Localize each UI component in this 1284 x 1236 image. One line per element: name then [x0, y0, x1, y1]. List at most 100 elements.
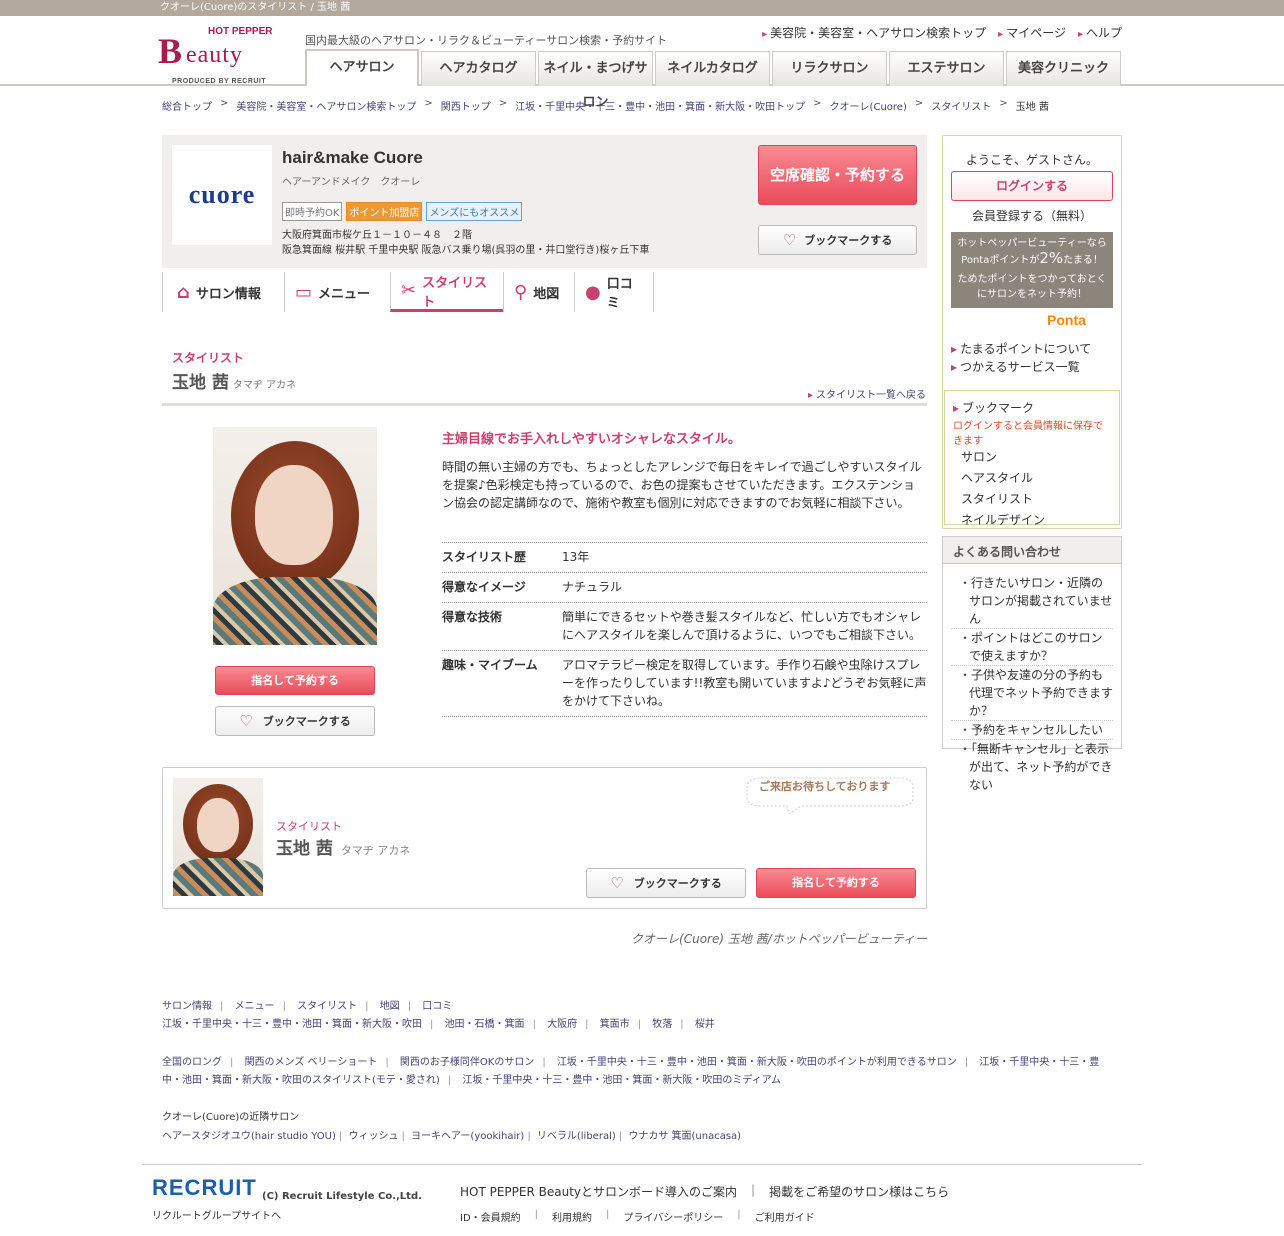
faq-item[interactable]: 行きたいサロン・近隣のサロンが掲載されていません	[951, 574, 1113, 628]
footer-link[interactable]: 江坂・千里中央・十三・豊中・池田・箕面・新大阪・吹田のミディアム	[462, 1075, 781, 1086]
tab-label: スタイリスト	[422, 275, 488, 310]
points-info-link[interactable]: たまるポイントについて	[951, 340, 1091, 358]
faq-item[interactable]: 子供や友達の分の予約も代理でネット予約できますか？	[951, 665, 1113, 720]
top-link-mypage[interactable]: マイページ	[998, 24, 1066, 41]
footer-sub-link[interactable]: ご利用ガイド	[755, 1209, 815, 1224]
heart-icon: ♡	[610, 874, 624, 892]
ponta-banner[interactable]: ホットペッパービューティーなら Pontaポイントが2%たまる！ ためたポイント…	[951, 232, 1113, 308]
card-bookmark-label: ブックマークする	[633, 877, 722, 890]
footer-link[interactable]: 池田・石橋・箕面	[445, 1019, 525, 1030]
tab-nail-catalog[interactable]: ネイルカタログ	[655, 51, 770, 86]
footer-link[interactable]: 江坂・千里中央・十三・豊中・池田・箕面・新大阪・吹田のポイントが利用できるサロン	[557, 1057, 957, 1068]
faq-item[interactable]: 「無断キャンセル」と表示が出て、ネット予約ができない	[951, 739, 1113, 794]
hotpepper-beauty-logo[interactable]: HOT PEPPER B eauty PRODUCED BY RECRUIT	[158, 24, 282, 96]
stylist-reserve-button[interactable]: 指名して予約する	[215, 666, 375, 695]
footer-link[interactable]: 関西のお子様同伴OKのサロン	[400, 1057, 534, 1068]
salon-logo: cuore	[172, 145, 272, 245]
footer-info-link[interactable]: HOT PEPPER Beautyとサロンボード導入のご案内	[460, 1183, 737, 1200]
bookmark-item-nail[interactable]: ネイルデザイン	[953, 510, 1111, 531]
stylist-bookmark-button[interactable]: ♡ ブックマークする	[215, 706, 375, 736]
footer-link[interactable]: 牧落	[652, 1019, 672, 1030]
tab-map[interactable]: ⚲ 地図	[503, 272, 574, 312]
top-link-help[interactable]: ヘルプ	[1078, 24, 1122, 41]
nearby-salons: ヘアースタジオユウ(hair studio YOU) | ウィッシュ | ヨーキヘア…	[162, 1131, 742, 1142]
table-row: 趣味・マイブーム アロマテラピー検定を取得しています。手作り石鹸や虫除けスプレーを…	[442, 651, 927, 717]
bookmark-note: ログインすると会員情報に保存できます	[953, 421, 1103, 447]
tab-hair-salon[interactable]: ヘアサロン	[305, 49, 419, 86]
nearby-salon-link[interactable]: リベラル(liberal)	[537, 1131, 616, 1142]
footer-link[interactable]: 地図	[380, 1001, 400, 1012]
breadcrumb-item[interactable]: スタイリスト	[931, 98, 991, 113]
breadcrumb-item[interactable]: 江坂・千里中央・十三・豊中・池田・箕面・新大阪・吹田トップ	[515, 98, 805, 113]
faq-item[interactable]: ポイントはどこのサロンで使えますか？	[951, 628, 1113, 665]
footer-link[interactable]: スタイリスト	[297, 1001, 357, 1012]
footer-link[interactable]: サロン情報	[162, 1001, 212, 1012]
bookmark-item-stylist[interactable]: スタイリスト	[953, 489, 1111, 510]
tab-reviews[interactable]: ● 口コミ	[574, 272, 654, 312]
breadcrumb-item[interactable]: クオーレ(Cuore)	[830, 98, 907, 113]
stylist-name: 玉地 茜	[172, 373, 229, 393]
footer-link[interactable]: 全国のロング	[162, 1057, 222, 1068]
footer-link[interactable]: 大阪府	[547, 1019, 577, 1030]
footer-sub-link[interactable]: ID・会員規約	[460, 1209, 521, 1224]
nearby-salon-link[interactable]: ヨーキヘアー(yookihair)	[411, 1131, 524, 1142]
footer-link[interactable]: メニュー	[235, 1001, 275, 1012]
tab-stylist[interactable]: ✂ スタイリスト	[390, 272, 503, 312]
tab-label: サロン情報	[195, 286, 261, 302]
footer-link[interactable]: 桜井	[695, 1019, 715, 1030]
footer-sub-link[interactable]: 利用規約	[552, 1209, 592, 1224]
tab-nail-eyelash[interactable]: ネイル・まつげサロン	[538, 51, 653, 110]
tab-relax-salon[interactable]: リラクサロン	[772, 51, 887, 86]
card-bookmark-button[interactable]: ♡ ブックマークする	[586, 868, 746, 898]
detail-key: スタイリスト歴	[442, 550, 527, 564]
top-link-search-top[interactable]: 美容院・美容室・ヘアサロン検索トップ	[762, 24, 986, 41]
tab-label: 地図	[533, 286, 560, 302]
logo-produced-by: PRODUCED BY RECRUIT	[172, 78, 267, 85]
recruit-logo[interactable]: RECRUIT	[152, 1175, 257, 1201]
footer-link[interactable]: 江坂・千里中央・十三・豊中・池田・箕面・新大阪・吹田	[162, 1019, 422, 1030]
nearby-salon-link[interactable]: ウナカサ 箕面(unacasa)	[628, 1131, 741, 1142]
footer-links-features: 全国のロング | 関西のメンズ ベリーショート | 関西のお子様同伴OKのサロン | …	[162, 1057, 1100, 1086]
ponta-text-3: ためたポイントをつかっておとくにサロンをネット予約！	[957, 274, 1107, 300]
group-site-link[interactable]: リクルートグループサイトへ	[152, 1207, 281, 1222]
global-tabs: ヘアサロン ヘアカタログ ネイル・まつげサロン ネイルカタログ リラクサロン エ…	[305, 49, 1121, 110]
tab-menu[interactable]: ▭ メニュー	[284, 272, 390, 312]
salon-badges: 即時予約OK ポイント加盟店 メンズにもオススメ	[282, 202, 523, 221]
tab-salon-info[interactable]: ⌂ サロン情報	[162, 272, 284, 312]
tab-esthe-salon[interactable]: エステサロン	[889, 51, 1004, 86]
stylist-card-name: 玉地 茜タマヂ アカネ	[276, 834, 410, 859]
services-link[interactable]: つかえるサービス一覧	[951, 358, 1091, 376]
salon-bookmark-button[interactable]: ♡ ブックマークする	[758, 225, 917, 255]
bookmark-item-hairstyle[interactable]: ヘアスタイル	[953, 468, 1111, 489]
badge-point-member: ポイント加盟店	[346, 202, 423, 221]
salon-tabs: ⌂ サロン情報 ▭ メニュー ✂ スタイリスト ⚲ 地図 ● 口コミ	[162, 272, 654, 312]
breadcrumb-item[interactable]: 総合トップ	[162, 98, 212, 113]
breadcrumb-item[interactable]: 美容院・美容室・ヘアサロン検索トップ	[236, 98, 416, 113]
salon-kana: ヘアーアンドメイク クオーレ	[282, 177, 421, 188]
page-caption: クオーレ(Cuore) 玉地 茜/ホットペッパービューティー	[631, 932, 927, 946]
footer-link[interactable]: 箕面市	[600, 1019, 630, 1030]
nearby-salon-link[interactable]: ウィッシュ	[348, 1131, 398, 1142]
register-link[interactable]: 会員登録する（無料）	[943, 207, 1121, 224]
nearby-salon-link[interactable]: ヘアースタジオユウ(hair studio YOU)	[162, 1131, 336, 1142]
salon-reserve-button[interactable]: 空席確認・予約する	[758, 145, 917, 205]
card-reserve-button[interactable]: 指名して予約する	[756, 868, 916, 898]
footer-link[interactable]: 口コミ	[422, 1001, 452, 1012]
salon-header: cuore hair&make Cuore ヘアーアンドメイク クオーレ 即時予…	[162, 135, 927, 268]
bookmark-item-salon[interactable]: サロン	[953, 447, 1111, 468]
bookmark-title[interactable]: ブックマーク	[953, 399, 1111, 417]
breadcrumb-item[interactable]: 関西トップ	[441, 98, 491, 113]
login-button[interactable]: ログインする	[951, 171, 1113, 201]
back-to-stylist-list-link[interactable]: スタイリスト一覧へ戻る	[808, 386, 926, 401]
footer-link[interactable]: 関西のメンズ ベリーショート	[245, 1057, 378, 1068]
tab-hair-catalog[interactable]: ヘアカタログ	[421, 51, 536, 86]
menu-book-icon: ▭	[295, 281, 313, 303]
stylist-kana: タマヂ アカネ	[232, 380, 297, 391]
tab-label: メニュー	[318, 286, 371, 302]
tab-beauty-clinic[interactable]: 美容クリニック	[1006, 51, 1121, 86]
footer-sub-link[interactable]: プライバシーポリシー	[623, 1209, 723, 1224]
footer-info-link[interactable]: 掲載をご希望のサロン様はこちら	[769, 1183, 949, 1200]
site-footer: RECRUIT (C) Recruit Lifestyle Co.,Ltd. リ…	[142, 1164, 1142, 1236]
faq-item[interactable]: 予約をキャンセルしたい	[951, 720, 1113, 739]
footer-links-salon: サロン情報 | メニュー | スタイリスト | 地図 | 口コミ	[162, 1001, 453, 1012]
